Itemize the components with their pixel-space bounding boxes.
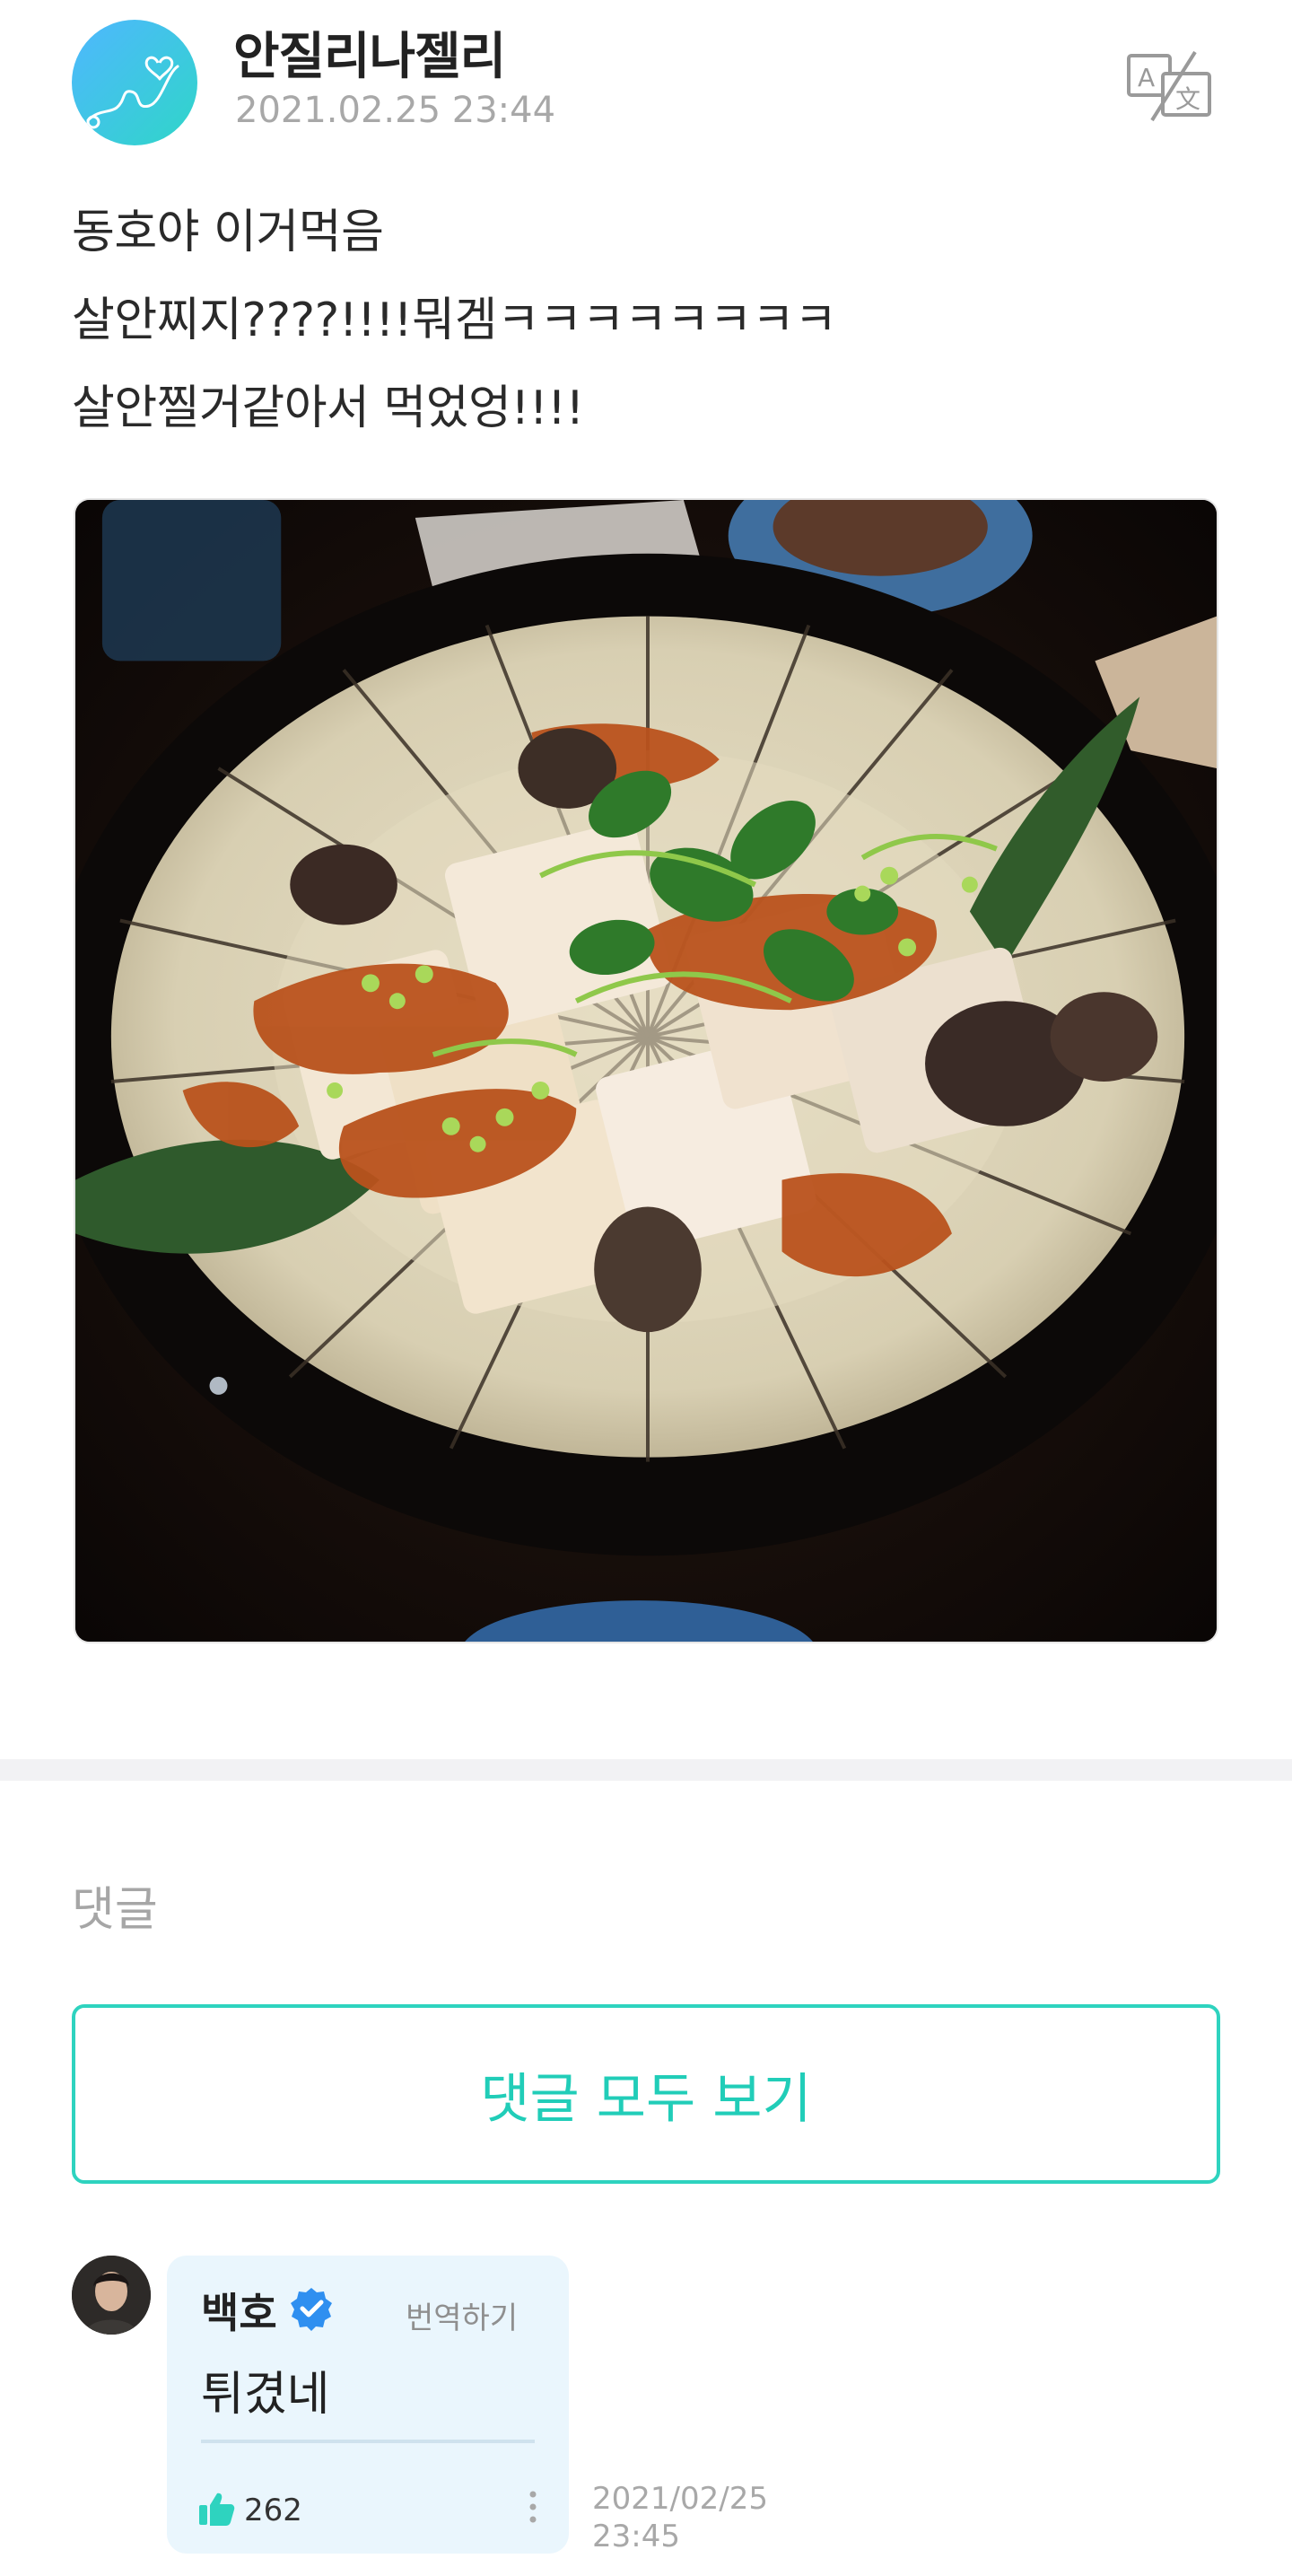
post-line: 동호야 이거먹음: [72, 206, 384, 259]
heart-doodle-icon: [86, 56, 179, 129]
commenter-name[interactable]: 백호: [201, 2281, 277, 2340]
view-all-comments-button[interactable]: 댓글 모두 보기: [72, 2004, 1220, 2184]
author-avatar[interactable]: [72, 20, 197, 145]
thumbs-up-icon[interactable]: [197, 2491, 235, 2527]
post-header: 안질리나젤리 2021.02.25 23:44 A 文: [0, 0, 1292, 162]
svg-text:文: 文: [1175, 84, 1200, 114]
comment-date: 2021/02/25: [592, 2481, 768, 2517]
post-line: 살안찔거같아서 먹었엉!!!!: [72, 381, 584, 435]
translate-icon: A 文: [1127, 50, 1211, 122]
comment-timestamp: 2021/02/25 23:45: [592, 2480, 768, 2555]
post-body: 동호야 이거먹음 살안찌지????!!!!뭐겜ㅋㅋㅋㅋㅋㅋㅋㅋ 살안찔거같아서 …: [72, 188, 1220, 452]
comments-heading: 댓글: [72, 1883, 158, 1937]
translate-button[interactable]: A 文: [1125, 50, 1215, 122]
author-name[interactable]: 안질리나젤리: [233, 16, 506, 89]
post-timestamp: 2021.02.25 23:44: [235, 90, 556, 131]
verified-check-icon: [291, 2288, 332, 2331]
post-line: 살안찌지????!!!!뭐겜ㅋㅋㅋㅋㅋㅋㅋㅋ: [72, 294, 837, 347]
comment-translate-button[interactable]: 번역하기: [406, 2293, 518, 2337]
comment-divider: [201, 2440, 535, 2443]
post-photo[interactable]: [74, 498, 1218, 1643]
section-divider: [0, 1759, 1292, 1781]
more-options-icon[interactable]: [522, 2485, 544, 2528]
commenter-photo: [72, 2256, 151, 2335]
comment-time: 23:45: [592, 2519, 680, 2554]
comment-text: 튀겼네: [201, 2368, 330, 2422]
svg-text:A: A: [1138, 63, 1155, 92]
food-photo-image: [75, 500, 1217, 1642]
comment-bubble: 백호 번역하기 튀겼네 262: [167, 2256, 569, 2554]
like-count: 262: [244, 2493, 302, 2528]
commenter-avatar[interactable]: [72, 2256, 151, 2335]
